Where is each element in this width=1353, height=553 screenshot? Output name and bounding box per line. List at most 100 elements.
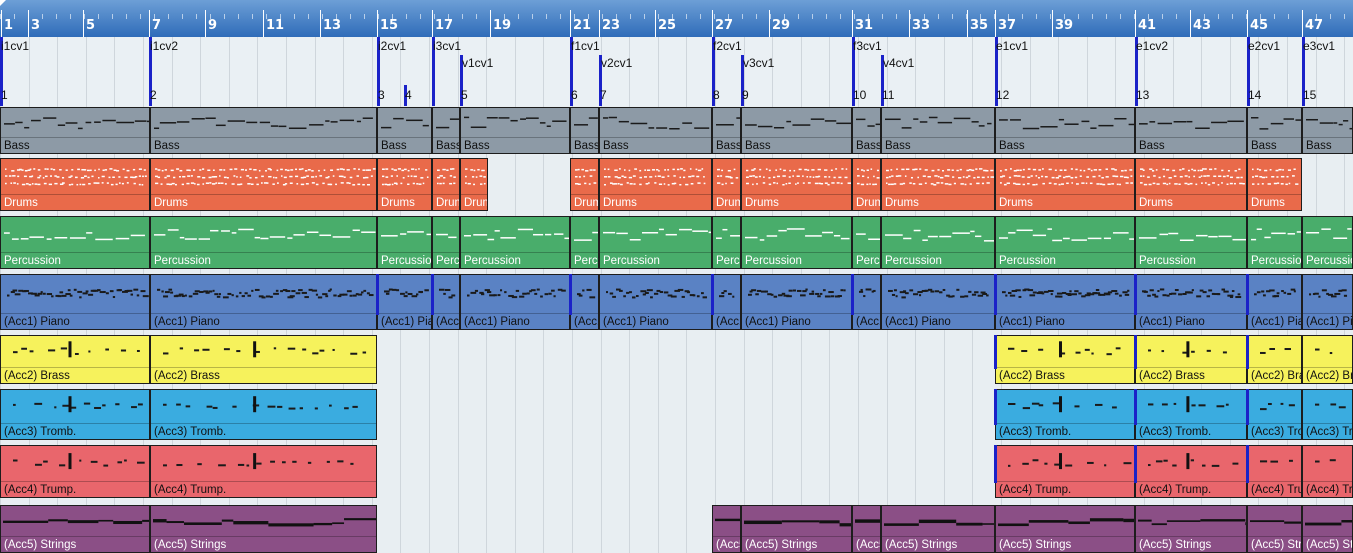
region-percussion[interactable]: Percussion (995, 216, 1135, 269)
region-strings[interactable]: (Acc5) Strings (995, 505, 1135, 553)
region-strings[interactable]: (Acc5) Strings (852, 505, 881, 553)
region-percussion[interactable]: Percussion (881, 216, 995, 269)
region-tromb[interactable]: (Acc3) Tromb. (995, 389, 1135, 440)
region-piano[interactable]: (Acc1) Piano (852, 274, 881, 330)
region-piano[interactable]: (Acc1) Piano (1135, 274, 1247, 330)
bar-ruler[interactable]: 1 3 5 7 9 11 13 15 17 19 21 23 25 27 29 31 33 35 37 39 41 43 4… (0, 0, 1353, 37)
region-bass[interactable]: Bass (881, 107, 995, 154)
region-drums[interactable]: Drums (881, 158, 995, 211)
arranger-marker-label[interactable]: e1cv2 (1136, 39, 1168, 53)
region-tromb[interactable]: (Acc3) Tromb. (1247, 389, 1302, 440)
region-piano[interactable]: (Acc1) Piano (432, 274, 460, 330)
arranger-marker-label[interactable]: i1cv1 (1, 39, 29, 53)
region-drums[interactable]: Drums (852, 158, 881, 211)
region-drums[interactable]: Drums (712, 158, 741, 211)
region-tromb[interactable]: (Acc3) Tromb. (1135, 389, 1247, 440)
region-brass[interactable]: (Acc2) Brass (995, 335, 1135, 384)
region-brass[interactable]: (Acc2) Brass (1135, 335, 1247, 384)
region-bass[interactable]: Bass (1135, 107, 1247, 154)
region-piano[interactable]: (Acc1) Piano (599, 274, 712, 330)
region-drums[interactable]: Drums (599, 158, 712, 211)
region-bass[interactable]: Bass (995, 107, 1135, 154)
region-strings[interactable]: (Acc5) Strings (150, 505, 377, 553)
arranger-marker-label[interactable]: v4cv1 (883, 56, 914, 70)
region-percussion[interactable]: Percussion (432, 216, 460, 269)
region-drums[interactable]: Drums (741, 158, 852, 211)
region-percussion[interactable]: Percussion (150, 216, 377, 269)
region-percussion[interactable]: Percussion (460, 216, 570, 269)
arranger-marker-label[interactable]: e2cv1 (1248, 39, 1280, 53)
region-brass[interactable]: (Acc2) Brass (150, 335, 377, 384)
region-drums[interactable]: Drums (1247, 158, 1302, 211)
arranger-marker-label[interactable]: i1cv2 (150, 39, 178, 53)
arranger-marker-track[interactable]: i1cv1 i1cv2 i2cv1 i3cv1 f1cv1 f2cv1 f3cv1 e1cv1… (0, 37, 1353, 106)
region-piano[interactable]: (Acc1) Piano (995, 274, 1135, 330)
region-trump[interactable]: (Acc4) Trump. (1247, 445, 1302, 498)
region-piano[interactable]: (Acc1) Piano (150, 274, 377, 330)
region-percussion[interactable]: Percussion (570, 216, 599, 269)
arranger-marker-label[interactable]: v1cv1 (462, 56, 493, 70)
region-drums[interactable]: Drums (432, 158, 460, 211)
region-percussion[interactable]: Percussion (852, 216, 881, 269)
region-strings[interactable]: (Acc5) Strings (1135, 505, 1247, 553)
region-bass[interactable]: Bass (599, 107, 712, 154)
region-piano[interactable]: (Acc1) Piano (1302, 274, 1353, 330)
region-piano[interactable]: (Acc1) Piano (0, 274, 150, 330)
region-strings[interactable]: (Acc5) Strings (1302, 505, 1353, 553)
region-trump[interactable]: (Acc4) Trump. (0, 445, 150, 498)
region-piano[interactable]: (Acc1) Piano (741, 274, 852, 330)
region-strings[interactable]: (Acc5) Strings (712, 505, 741, 553)
arranger-marker-label[interactable]: f2cv1 (713, 39, 742, 53)
region-piano[interactable]: (Acc1) Piano (377, 274, 432, 330)
arrangement-area[interactable]: Bass Bass Bass Bass Bass Bass Bass Bass Bass Bass… (0, 106, 1353, 553)
arranger-marker-label[interactable]: f3cv1 (853, 39, 882, 53)
region-piano[interactable]: (Acc1) Piano (881, 274, 995, 330)
region-bass[interactable]: Bass (741, 107, 852, 154)
region-strings[interactable]: (Acc5) Strings (0, 505, 150, 553)
region-piano[interactable]: (Acc1) Piano (1247, 274, 1302, 330)
region-trump[interactable]: (Acc4) Trump. (1135, 445, 1247, 498)
region-strings[interactable]: (Acc5) Strings (881, 505, 995, 553)
region-bass[interactable]: Bass (0, 107, 150, 154)
region-bass[interactable]: Bass (150, 107, 377, 154)
region-brass[interactable]: (Acc2) Brass (0, 335, 150, 384)
region-brass[interactable]: (Acc2) Brass (1247, 335, 1302, 384)
arranger-marker-label[interactable]: f1cv1 (571, 39, 600, 53)
region-tromb[interactable]: (Acc3) Tromb. (1302, 389, 1353, 440)
region-strings[interactable]: (Acc5) Strings (1247, 505, 1302, 553)
region-bass[interactable]: Bass (432, 107, 460, 154)
arranger-marker-label[interactable]: v2cv1 (601, 56, 632, 70)
region-piano[interactable]: (Acc1) Piano (570, 274, 599, 330)
region-bass[interactable]: Bass (1247, 107, 1302, 154)
start-position-marker[interactable] (0, 0, 6, 6)
arranger-marker-label[interactable]: i3cv1 (433, 39, 461, 53)
region-trump[interactable]: (Acc4) Trump. (995, 445, 1135, 498)
region-percussion[interactable]: Percussion (712, 216, 741, 269)
region-percussion[interactable]: Percussion (1135, 216, 1247, 269)
region-tromb[interactable]: (Acc3) Tromb. (0, 389, 150, 440)
region-drums[interactable]: Drums (0, 158, 150, 211)
region-bass[interactable]: Bass (570, 107, 599, 154)
region-bass[interactable]: Bass (377, 107, 432, 154)
region-drums[interactable]: Drums (570, 158, 599, 211)
region-drums[interactable]: Drums (1135, 158, 1247, 211)
region-percussion[interactable]: Percussion (377, 216, 432, 269)
region-bass[interactable]: Bass (712, 107, 741, 154)
region-drums[interactable]: Drums (150, 158, 377, 211)
arranger-marker-label[interactable]: v3cv1 (743, 56, 774, 70)
region-percussion[interactable]: Percussion (1247, 216, 1302, 269)
region-bass[interactable]: Bass (852, 107, 881, 154)
region-brass[interactable]: (Acc2) Brass (1302, 335, 1353, 384)
region-percussion[interactable]: Percussion (599, 216, 712, 269)
region-bass[interactable]: Bass (1302, 107, 1353, 154)
region-percussion[interactable]: Percussion (741, 216, 852, 269)
arranger-marker-label[interactable]: i2cv1 (378, 39, 406, 53)
region-percussion[interactable]: Percussion (1302, 216, 1353, 269)
region-trump[interactable]: (Acc4) Trump. (1302, 445, 1353, 498)
region-trump[interactable]: (Acc4) Trump. (150, 445, 377, 498)
arranger-marker-label[interactable]: e1cv1 (996, 39, 1028, 53)
region-piano[interactable]: (Acc1) Piano (712, 274, 741, 330)
region-strings[interactable]: (Acc5) Strings (741, 505, 852, 553)
region-bass[interactable]: Bass (460, 107, 570, 154)
region-drums[interactable]: Drums (377, 158, 432, 211)
